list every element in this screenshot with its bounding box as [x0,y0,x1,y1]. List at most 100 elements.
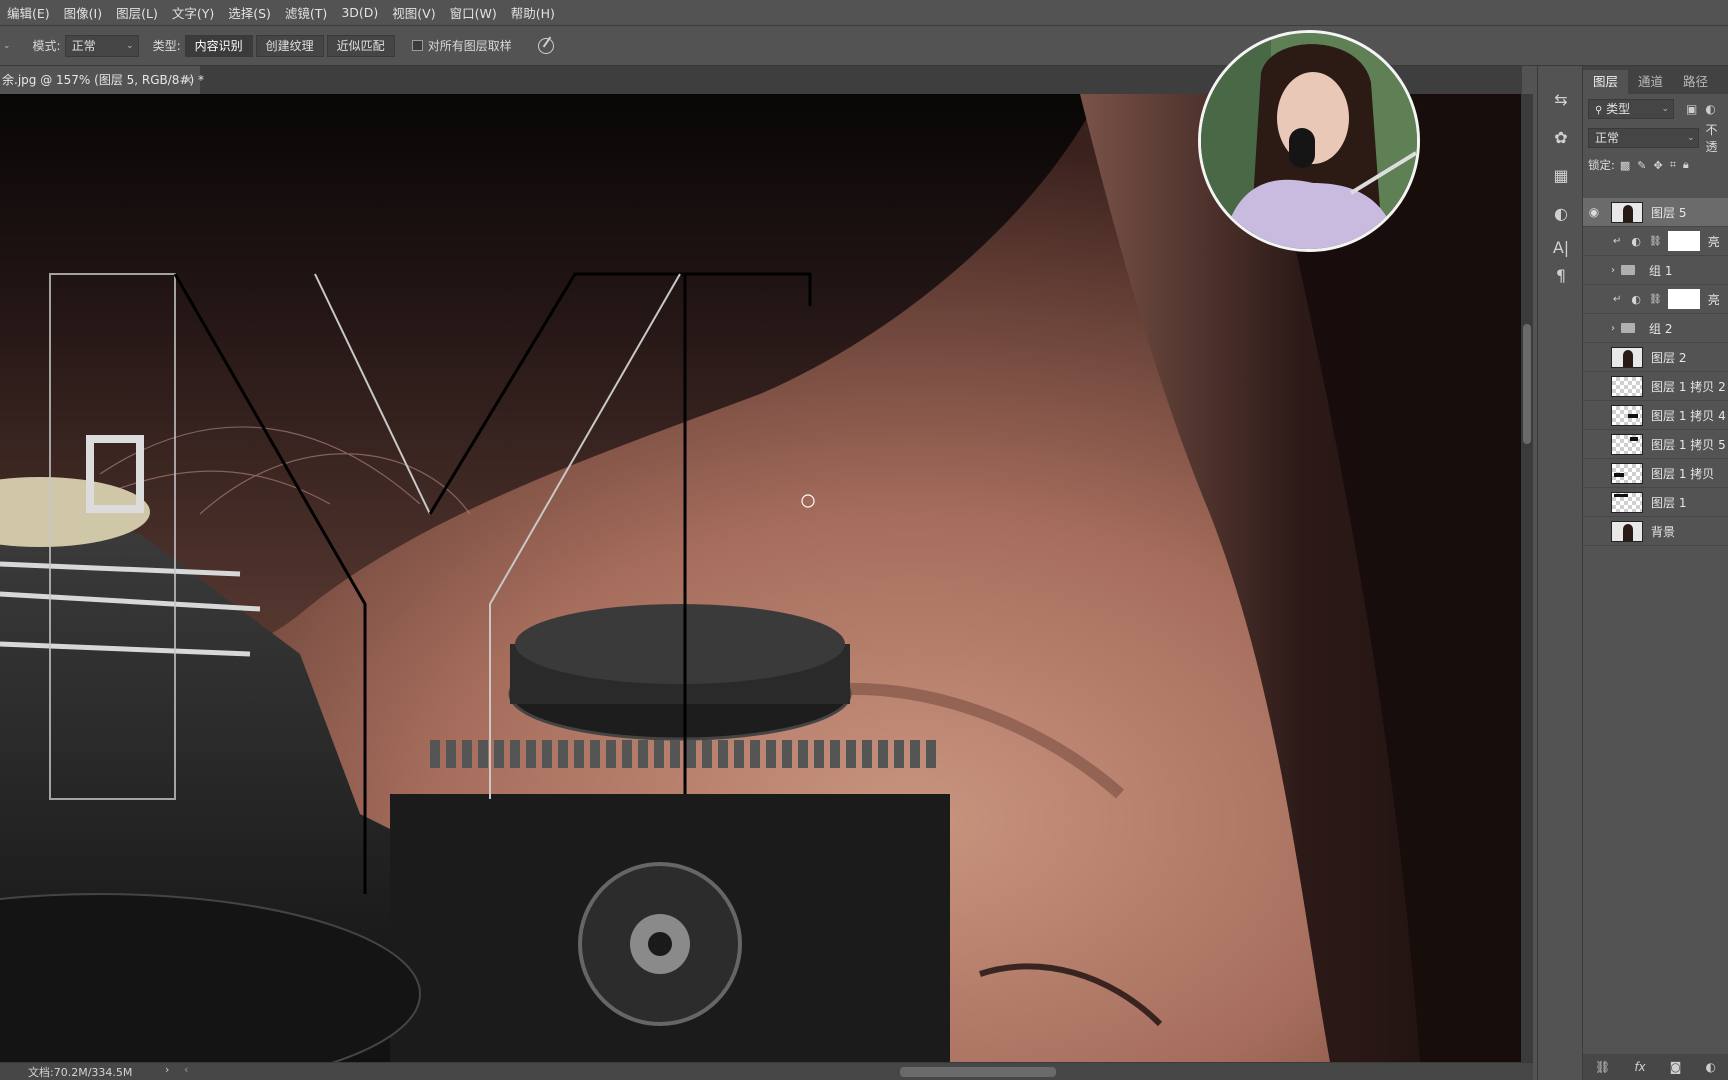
vertical-scroll-thumb[interactable] [1523,324,1531,444]
layer-row[interactable]: 背景 [1583,517,1728,546]
document-tab-title: 余.jpg @ 157% (图层 5, RGB/8#) * [2,73,204,87]
menu-image[interactable]: 图像(I) [57,3,109,22]
layer-thumbnail [1611,404,1643,426]
mask-thumbnail [1667,289,1700,309]
chevron-down-icon: ⌄ [1661,104,1669,114]
lock-move-icon[interactable]: ✥ [1654,159,1663,172]
folder-icon [1621,265,1635,275]
scroll-left-icon[interactable]: ‹ [184,1063,188,1076]
link-layers-icon[interactable]: ⛓︎ [1595,1060,1610,1074]
layers-panel-footer: ⛓︎ fx ◙ ◐ [1583,1054,1728,1080]
menu-filter[interactable]: 滤镜(T) [278,3,334,22]
presenter-video-image [1201,33,1417,249]
panel-tabs: 图层 通道 路径 [1583,66,1728,94]
layer-row[interactable]: 图层 1 拷贝 5 [1583,430,1728,459]
clip-arrow-icon: ↵ [1613,235,1622,247]
chevron-down-icon: ⌄ [126,40,134,51]
layer-name: 图层 1 [1651,495,1687,510]
layer-thumbnail [1611,491,1643,513]
new-fill-adjustment-icon[interactable]: ◐ [1705,1060,1715,1074]
add-mask-icon[interactable]: ◙ [1670,1060,1682,1074]
eye-icon[interactable]: ◉ [1583,205,1605,219]
sample-all-layers-checkbox[interactable] [411,40,423,51]
sample-all-layers-label: 对所有图层取样 [427,39,512,53]
lock-paint-icon[interactable]: ✎ [1637,159,1646,172]
lock-row: 锁定: ▩ ✎ ✥ ⌗ 🔒︎ [1583,152,1728,178]
type-proximity-match-button[interactable]: 近似匹配 [326,34,395,57]
layer-thumbnail [1611,375,1643,397]
layer-row[interactable]: 图层 2 [1583,343,1728,372]
layer-row[interactable]: ◉ 图层 5 [1583,198,1728,227]
layer-row[interactable]: ↵ ◐ ⛓︎ 亮 [1583,227,1728,256]
adjustment-icon: ◐ [1631,292,1641,306]
menu-type[interactable]: 文字(Y) [165,3,221,22]
expand-chevron-icon[interactable]: › [1611,265,1615,276]
layer-row[interactable]: › 组 1 [1583,256,1728,285]
webcam-overlay [1198,30,1420,252]
layer-row[interactable]: 图层 1 拷贝 2 [1583,372,1728,401]
menu-edit[interactable]: 编辑(E) [0,3,57,22]
menu-bar: 编辑(E) 图像(I) 图层(L) 文字(Y) 选择(S) 滤镜(T) 3D(D… [0,0,1728,26]
lock-artboard-icon[interactable]: ⌗ [1670,158,1676,172]
document-tab[interactable]: 余.jpg @ 157% (图层 5, RGB/8#) * × [0,66,204,94]
tool-preset-chevron-icon[interactable]: ⌄ [3,41,11,51]
pressure-brush-icon[interactable] [537,36,554,54]
clip-arrow-icon: ↵ [1613,293,1622,305]
tab-channels[interactable]: 通道 [1628,70,1673,94]
layer-name: 组 1 [1649,263,1673,278]
layer-row[interactable]: 图层 1 [1583,488,1728,517]
blend-row: 正常 ⌄ 不透 [1583,123,1728,154]
tab-paths[interactable]: 路径 [1673,70,1718,94]
layer-row[interactable]: ↵ ◐ ⛓︎ 亮 [1583,285,1728,314]
history-icon[interactable]: ⇆ [1538,80,1584,118]
character-icon[interactable]: A| [1538,232,1584,262]
type-label: 类型: [152,39,181,53]
layer-thumbnail [1611,433,1643,455]
layer-row[interactable]: › 组 2 [1583,314,1728,343]
menu-help[interactable]: 帮助(H) [504,3,562,22]
layer-name: 亮 [1707,292,1720,307]
canvas-vertical-scrollbar[interactable] [1521,94,1533,1062]
paragraph-icon[interactable]: ¶ [1538,262,1584,288]
adjustment-icon: ◐ [1631,234,1641,248]
menu-view[interactable]: 视图(V) [385,3,442,22]
layer-thumbnail [1611,520,1643,542]
layer-name: 亮 [1707,234,1720,249]
layer-name: 背景 [1651,524,1676,539]
type-create-texture-button[interactable]: 创建纹理 [255,34,324,57]
color-palette-icon[interactable]: ✿ [1538,118,1584,156]
layer-style-fx-icon[interactable]: fx [1634,1060,1645,1074]
layer-thumbnail [1611,462,1643,484]
filter-adjust-icon[interactable]: ◐ [1705,102,1715,116]
filter-image-icon[interactable]: ▣ [1686,102,1697,116]
status-menu-chevron-icon[interactable]: › [165,1063,169,1076]
layer-name: 图层 1 拷贝 2 [1651,379,1726,394]
layer-filter-select[interactable]: ⚲ 类型 ⌄ [1588,99,1674,119]
adjustments-icon[interactable]: ◐ [1538,194,1584,232]
lock-label: 锁定: [1588,158,1615,172]
close-icon[interactable]: × [183,66,193,94]
lock-all-icon[interactable]: 🔒︎ [1683,158,1689,172]
tab-layers[interactable]: 图层 [1583,70,1629,94]
lock-transparent-icon[interactable]: ▩ [1620,159,1630,172]
layer-row[interactable]: 图层 1 拷贝 4 [1583,401,1728,430]
type-content-aware-button[interactable]: 内容识别 [184,34,253,57]
menu-3d[interactable]: 3D(D) [334,5,385,20]
layer-list: ◉ 图层 5 ↵ ◐ ⛓︎ 亮 › 组 1 ↵ ◐ ⛓︎ 亮 › 组 2 图层 … [1583,198,1728,546]
search-icon: ⚲ [1595,105,1603,116]
chevron-down-icon: ⌄ [1686,133,1695,143]
horizontal-scroll-thumb[interactable] [900,1067,1056,1077]
mode-label: 模式: [32,39,61,53]
layer-row[interactable]: 图层 1 拷贝 [1583,459,1728,488]
layer-name: 图层 5 [1651,205,1687,220]
blend-mode-select[interactable]: 正常 ⌄ [1588,128,1700,148]
layer-thumbnail [1611,201,1643,223]
menu-layer[interactable]: 图层(L) [109,3,165,22]
swatches-grid-icon[interactable]: ▦ [1538,156,1584,194]
menu-select[interactable]: 选择(S) [221,3,278,22]
expand-chevron-icon[interactable]: › [1611,323,1615,334]
menu-window[interactable]: 窗口(W) [443,3,504,22]
mode-select[interactable]: 正常 ⌄ [64,34,139,57]
layer-name: 图层 1 拷贝 4 [1651,408,1726,423]
opacity-label: 不透 [1705,123,1718,154]
